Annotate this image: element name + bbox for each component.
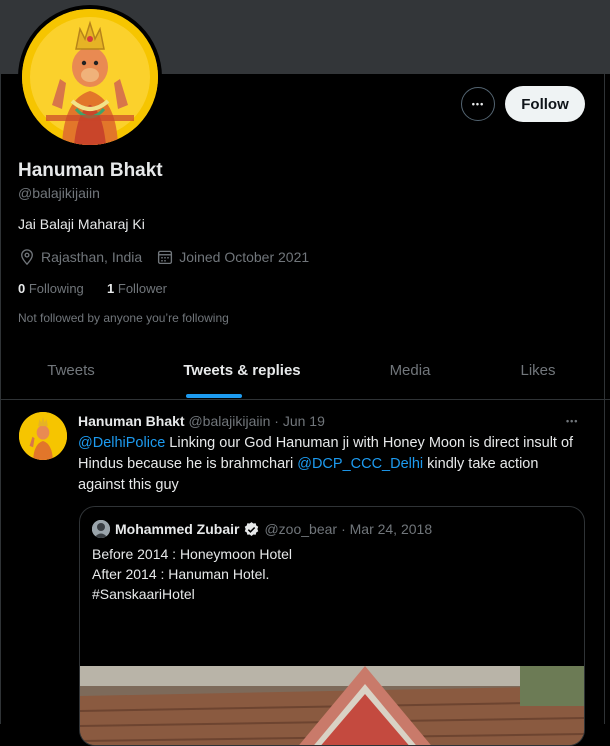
follow-button[interactable]: Follow bbox=[505, 86, 585, 122]
quote-author-name: Mohammed Zubair bbox=[115, 521, 240, 537]
tweet-author-handle[interactable]: @balajikijaiin bbox=[188, 413, 270, 429]
quote-avatar bbox=[92, 520, 110, 538]
tweet-avatar[interactable] bbox=[19, 412, 67, 460]
follow-counts: 0 Following 1 Follower bbox=[18, 281, 167, 296]
quote-image[interactable] bbox=[80, 666, 584, 745]
quote-header: Mohammed Zubair @zoo_bear · Mar 24, 2018 bbox=[92, 520, 432, 538]
tweet-more-dots: ••• bbox=[566, 416, 579, 426]
followers-count: 1 bbox=[107, 281, 115, 296]
tweet-text: @DelhiPolice Linking our God Hanuman ji … bbox=[78, 433, 588, 496]
profile-meta: Rajasthan, India Joined October 2021 bbox=[18, 248, 309, 266]
more-dots-icon: ••• bbox=[471, 99, 485, 109]
profile-location: Rajasthan, India bbox=[41, 249, 143, 265]
quoted-tweet[interactable]: Mohammed Zubair @zoo_bear · Mar 24, 2018… bbox=[79, 506, 585, 746]
mention-dcp[interactable]: @DCP_CCC_Delhi bbox=[297, 456, 423, 472]
profile-avatar-frame[interactable] bbox=[18, 5, 162, 149]
following-count: 0 bbox=[18, 281, 26, 296]
quote-line-3[interactable]: #SanskaariHotel bbox=[92, 584, 292, 604]
profile-bio: Jai Balaji Maharaj Ki bbox=[18, 216, 145, 232]
calendar-icon bbox=[156, 248, 174, 266]
tab-tweets[interactable]: Tweets bbox=[0, 346, 142, 399]
quote-date: · Mar 24, 2018 bbox=[341, 521, 433, 537]
mention-delhipolice[interactable]: @DelhiPolice bbox=[78, 435, 165, 451]
followers-label: Follower bbox=[117, 281, 168, 296]
profile-tabs: Tweets Tweets & replies Media Likes bbox=[0, 346, 610, 400]
tweet-date[interactable]: · Jun 19 bbox=[274, 413, 325, 429]
more-options-button[interactable]: ••• bbox=[461, 87, 495, 121]
active-tab-indicator bbox=[186, 394, 242, 398]
verified-badge-icon bbox=[243, 521, 260, 538]
profile-avatar[interactable] bbox=[22, 9, 158, 145]
tweet-more-icon[interactable]: ••• bbox=[566, 411, 578, 429]
tab-media[interactable]: Media bbox=[342, 346, 478, 399]
not-followed-note: Not followed by anyone you’re following bbox=[18, 311, 229, 325]
tab-likes[interactable]: Likes bbox=[478, 346, 598, 399]
followers-link[interactable]: 1 Follower bbox=[107, 281, 167, 296]
profile-joined: Joined October 2021 bbox=[179, 249, 310, 265]
tweet-header: Hanuman Bhakt @balajikijaiin · Jun 19 bbox=[78, 413, 325, 429]
following-label: Following bbox=[28, 281, 84, 296]
quote-line-2: After 2014 : Hanuman Hotel. bbox=[92, 566, 270, 582]
quote-line-1: Before 2014 : Honeymoon Hotel bbox=[92, 546, 293, 562]
following-link[interactable]: 0 Following bbox=[18, 281, 84, 296]
quote-author-handle: @zoo_bear bbox=[264, 521, 338, 537]
profile-handle: @balajikijaiin bbox=[18, 185, 100, 201]
location-pin-icon bbox=[18, 248, 36, 266]
quote-text: Before 2014 : Honeymoon Hotel After 2014… bbox=[92, 544, 292, 604]
tab-tweets-replies[interactable]: Tweets & replies bbox=[142, 346, 342, 399]
profile-name: Hanuman Bhakt bbox=[18, 160, 163, 181]
tweet-author-name[interactable]: Hanuman Bhakt bbox=[78, 413, 185, 429]
